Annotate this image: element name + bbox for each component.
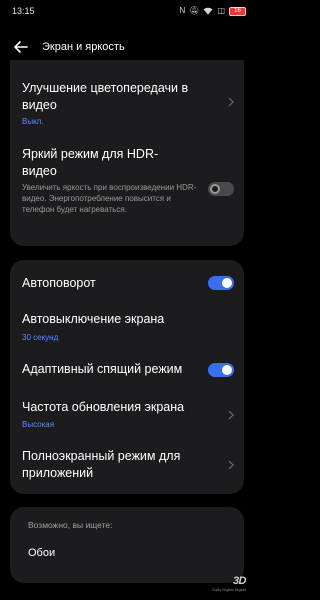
watermark-logo-text: 3D xyxy=(232,575,247,587)
autorotate-toggle[interactable] xyxy=(208,276,234,290)
suggestions-header: Возможно, вы ищете: xyxy=(28,520,113,530)
adaptive-sleep-title: Адаптивный спящий режим xyxy=(22,362,183,376)
auto-off-title: Автовыключение экрана xyxy=(22,312,165,326)
nfc-icon: N xyxy=(179,6,186,15)
refresh-rate-value: Высокая xyxy=(22,420,55,429)
color-enhance-row[interactable]: Улучшение цветопередачи в видео Выкл. xyxy=(10,60,244,130)
wifi-icon xyxy=(203,7,213,15)
color-enhance-value: Выкл. xyxy=(22,117,44,126)
chevron-right-icon xyxy=(228,410,234,420)
suggestions-card: Возможно, вы ищете: Обои xyxy=(10,507,244,583)
screen-settings-card: Автоповорот Автовыключение экрана 30 сек… xyxy=(10,260,244,494)
hd-icon: ◫ xyxy=(217,6,225,15)
battery-level: 16 xyxy=(234,7,241,14)
refresh-rate-title: Частота обновления экрана xyxy=(22,400,185,414)
hdr-bright-description: Увеличить яркость при воспроизведении HD… xyxy=(22,183,197,214)
refresh-rate-row[interactable]: Частота обновления экрана Высокая xyxy=(10,390,244,436)
color-enhance-title: Улучшение цветопередачи в видео xyxy=(22,81,189,112)
chevron-right-icon xyxy=(228,460,234,470)
fullscreen-row[interactable]: Полноэкранный режим для приложений xyxy=(10,436,244,492)
autorotate-title: Автоповорот xyxy=(22,276,96,290)
status-time: 13:15 xyxy=(12,6,35,16)
hdr-bright-title: Яркий режим для HDR-видео xyxy=(22,147,159,178)
top-bar: Экран и яркость xyxy=(0,34,256,60)
adaptive-sleep-toggle[interactable] xyxy=(208,363,234,377)
suggestion-item-wallpapers[interactable]: Обои xyxy=(28,547,55,559)
watermark-subtitle: Daily Digital Digest xyxy=(212,587,246,592)
hdr-bright-row[interactable]: Яркий режим для HDR-видео Увеличить ярко… xyxy=(10,140,244,244)
adaptive-sleep-row[interactable]: Адаптивный спящий режим xyxy=(10,354,244,390)
toggle-knob xyxy=(222,365,232,375)
battery-icon: 16 xyxy=(229,6,246,16)
page-title: Экран и яркость xyxy=(42,41,125,53)
auto-off-value: 30 секунд xyxy=(22,333,59,342)
settings-screen: 13:15 N 🔕︎ ◫ 16 Экран и яркость Улучшени… xyxy=(0,0,256,600)
auto-off-row[interactable]: Автовыключение экрана 30 секунд xyxy=(10,304,244,354)
fullscreen-title: Полноэкранный режим для приложений xyxy=(22,449,181,480)
mute-icon: 🔕︎ xyxy=(189,6,200,15)
toggle-knob xyxy=(210,184,220,194)
watermark-logo: 3D Daily Digital Digest xyxy=(206,575,246,592)
display-settings-card: Улучшение цветопередачи в видео Выкл. Яр… xyxy=(10,60,244,246)
toggle-knob xyxy=(222,278,232,288)
status-bar: 13:15 N 🔕︎ ◫ 16 xyxy=(0,0,256,26)
chevron-right-icon xyxy=(228,97,234,107)
back-arrow-icon[interactable] xyxy=(12,38,30,56)
autorotate-row[interactable]: Автоповорот xyxy=(10,260,244,304)
status-icons: N 🔕︎ ◫ 16 xyxy=(179,6,246,16)
hdr-bright-toggle[interactable] xyxy=(208,182,234,196)
